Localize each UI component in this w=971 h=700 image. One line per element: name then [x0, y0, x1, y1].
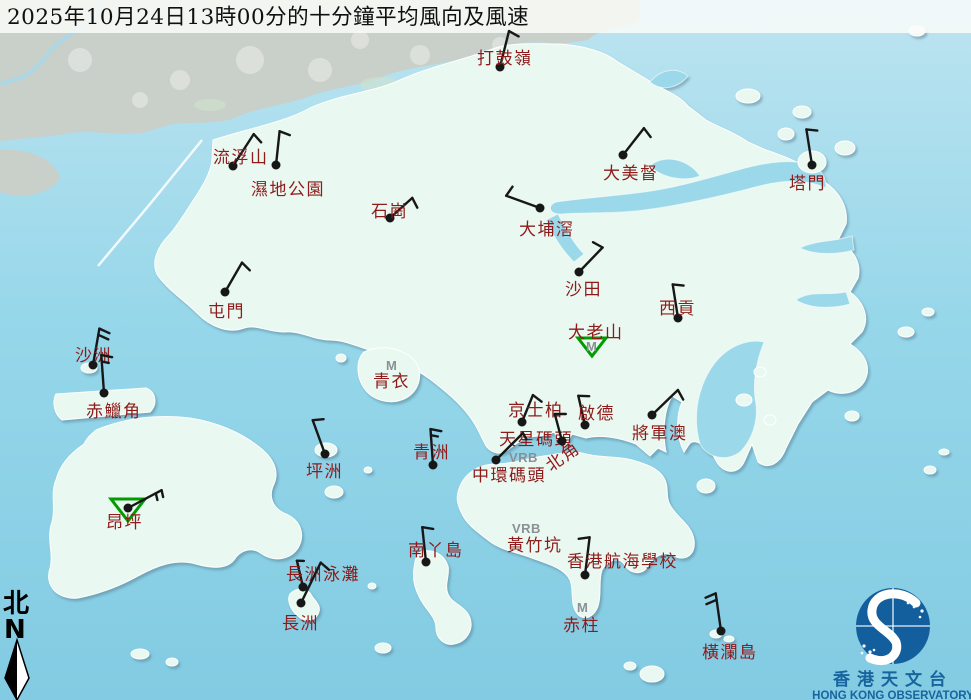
station-label: 長洲 [282, 614, 319, 634]
wind-note: M [577, 600, 588, 615]
station-label: 赤鱲角 [86, 402, 142, 422]
station-label: 昂坪 [106, 513, 143, 533]
station-label: 香港航海學校 [567, 552, 678, 572]
wind-barb-tick [162, 490, 164, 497]
map-title: 2025年10月24日13時00分的十分鐘平均風向及風速 [7, 5, 529, 30]
station-label: 濕地公園 [251, 180, 325, 200]
station-label: 將軍澳 [632, 424, 688, 444]
wind-barb-tick [806, 129, 817, 130]
wind-map-page: 2025年10月24日13時00分的十分鐘平均風向及風速 打鼓嶺流浮山濕地公園石… [0, 0, 971, 700]
title-bar: 2025年10月24日13時00分的十分鐘平均風向及風速 [0, 0, 971, 33]
wind-barb-tick [313, 419, 324, 420]
station-label: 橫瀾島 [702, 643, 758, 663]
station-label: 大埔滘 [519, 220, 575, 240]
station-label: 沙田 [565, 280, 602, 300]
hko-name-zh: 香港天文台 [833, 669, 953, 690]
wind-barb-tick [431, 435, 438, 436]
station-dot [297, 599, 306, 608]
station-label: 啟德 [578, 404, 615, 424]
wind-note: VRB [509, 450, 538, 465]
station-dot [492, 456, 501, 465]
station-dot [808, 161, 817, 170]
station-dot [619, 151, 628, 160]
north-label-en: N [4, 615, 26, 645]
station-label: 屯門 [208, 302, 245, 322]
station-label: 黃竹坑 [507, 536, 563, 556]
station-label: 南丫島 [408, 541, 464, 561]
station-dot [100, 389, 109, 398]
wind-barb-tick [422, 527, 433, 529]
wind-note: VRB [512, 521, 541, 536]
station-label: 大美督 [603, 164, 659, 184]
station-dot [536, 204, 545, 213]
wind-barb-tick [102, 362, 109, 363]
station-label: 石崗 [371, 202, 408, 222]
wind-barb-tick [579, 537, 590, 539]
station-label: 坪洲 [306, 462, 343, 482]
station-dot [124, 504, 133, 513]
wind-barb-tick [673, 284, 684, 285]
hko-name-en: HONG KONG OBSERVATORY [812, 690, 971, 700]
station-label: 大老山 [568, 323, 624, 343]
station-label: 赤柱 [563, 616, 600, 636]
station-dot [575, 268, 584, 277]
station-label: 中環碼頭 [472, 466, 546, 486]
station-dot [221, 288, 230, 297]
station-label: 塔門 [789, 174, 826, 194]
station-label: 青衣 [373, 372, 410, 392]
station-label: 打鼓嶺 [477, 49, 533, 69]
station-dot [648, 411, 657, 420]
station-dot [321, 450, 330, 459]
station-dot [717, 627, 726, 636]
station-dot [272, 161, 281, 170]
station-label: 西貢 [659, 299, 696, 319]
wind-map: 2025年10月24日13時00分的十分鐘平均風向及風速 打鼓嶺流浮山濕地公園石… [0, 0, 971, 700]
station-label: 長洲泳灘 [286, 565, 360, 585]
wind-barb-tick [156, 493, 158, 500]
station-label: 流浮山 [213, 148, 269, 168]
station-label: 青洲 [413, 443, 450, 463]
wind-note: M [386, 358, 397, 373]
